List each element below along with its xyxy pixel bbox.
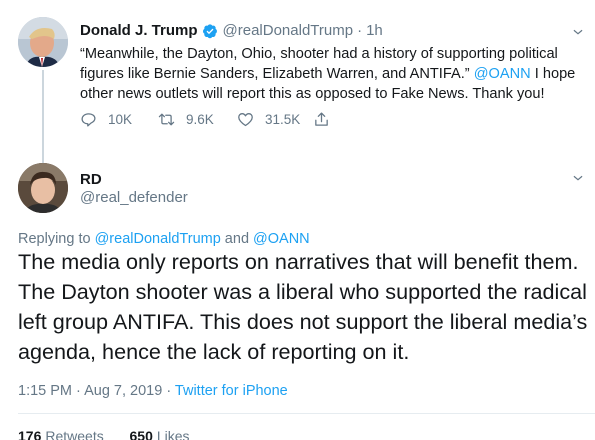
reply-tweet-text: The media only reports on narratives tha…	[18, 249, 588, 364]
share-button[interactable]	[313, 111, 341, 128]
mention-link-realdonaldtrump[interactable]: @realDonaldTrump	[95, 231, 221, 247]
heart-icon	[238, 113, 253, 127]
avatar-image	[18, 163, 68, 213]
tweet-source-link[interactable]: Twitter for iPhone	[175, 383, 288, 399]
thread-connector-line	[42, 70, 44, 164]
verified-badge-icon	[202, 23, 217, 38]
replying-prefix: Replying to	[18, 231, 95, 247]
parent-tweet-header: Donald J. Trump @realDonaldTrump · 1h	[80, 22, 383, 39]
separator-dot: ·	[357, 22, 363, 39]
likes-label: Likes	[156, 428, 190, 440]
parent-time[interactable]: 1h	[366, 22, 383, 39]
parent-handle[interactable]: @realDonaldTrump	[223, 22, 354, 39]
retweet-button[interactable]: 9.6K	[158, 111, 237, 128]
retweets-stat[interactable]: 176 Retweets	[18, 428, 104, 440]
parent-tweet-text: “Meanwhile, the Dayton, Ohio, shooter ha…	[80, 44, 590, 104]
retweets-label: Retweets	[45, 428, 104, 440]
avatar-image	[18, 17, 68, 67]
likes-stat[interactable]: 650 Likes	[130, 428, 190, 440]
reply-count: 10K	[108, 112, 133, 127]
mention-link-oann[interactable]: @OANN	[474, 66, 531, 82]
divider	[18, 413, 595, 414]
retweet-total: 176	[18, 428, 42, 440]
reply-button[interactable]: 10K	[80, 111, 158, 128]
replying-and: and	[220, 231, 254, 247]
reply-display-name[interactable]: RD	[80, 171, 102, 188]
avatar-donald-trump[interactable]	[18, 17, 68, 67]
engagement-stats: 176 Retweets 650 Likes	[18, 428, 190, 440]
parent-action-bar: 10K 9.6K 31.5K	[80, 111, 341, 128]
mention-link-oann-reply[interactable]: @OANN	[253, 231, 310, 247]
parent-display-name[interactable]: Donald J. Trump	[80, 22, 198, 39]
replying-to-line: Replying to @realDonaldTrump and @OANN	[18, 231, 310, 247]
reply-handle[interactable]: @real_defender	[80, 189, 188, 206]
retweet-icon	[158, 113, 175, 126]
like-button[interactable]: 31.5K	[237, 111, 313, 128]
avatar-rd[interactable]	[18, 163, 68, 213]
like-count: 31.5K	[265, 112, 301, 127]
retweet-count: 9.6K	[186, 112, 214, 127]
share-icon	[315, 112, 328, 126]
tweet-meta: 1:15 PM · Aug 7, 2019 · Twitter for iPho…	[18, 383, 288, 399]
like-total: 650	[129, 428, 153, 440]
chevron-down-icon[interactable]	[571, 25, 585, 39]
tweet-timestamp[interactable]: 1:15 PM · Aug 7, 2019 ·	[18, 383, 175, 399]
reply-icon	[81, 113, 96, 127]
tweet-thread: Donald J. Trump @realDonaldTrump · 1h “M…	[0, 0, 595, 440]
chevron-down-icon[interactable]	[571, 171, 585, 185]
